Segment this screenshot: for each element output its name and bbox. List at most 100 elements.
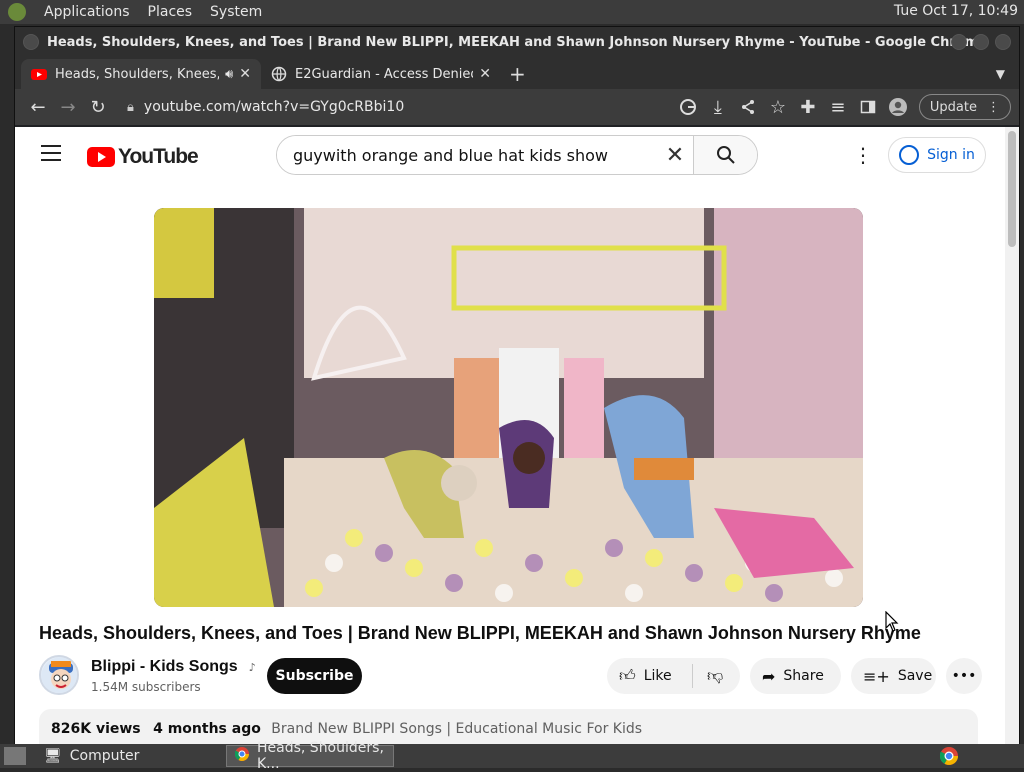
kebab-menu-icon: ⋮ [987,99,1000,115]
dislike-button[interactable]: 👎︎ [693,666,723,686]
side-panel-icon[interactable] [853,93,883,121]
clear-search-icon[interactable]: ✕ [657,143,693,168]
update-button[interactable]: Update ⋮ [918,94,1011,120]
maximize-button[interactable] [973,34,989,50]
sign-in-label: Sign in [927,147,975,163]
search-box: ✕ [276,135,758,175]
close-tab-icon[interactable]: ✕ [479,66,491,82]
upload-age: 4 months ago [153,721,261,737]
media-control-icon[interactable]: ≡ [823,93,853,121]
channel-avatar[interactable] [39,655,79,695]
reload-icon[interactable]: ↻ [83,93,113,121]
subscribe-label: Subscribe [275,668,354,684]
tab-search-chevron-icon[interactable]: ▼ [996,67,1005,81]
google-lens-icon[interactable] [673,93,703,121]
taskbar-label: Computer [69,748,140,764]
youtube-wordmark: YouTube [118,145,199,168]
close-window-button[interactable] [995,34,1011,50]
panel-menu: Applications Places System [0,3,280,21]
profile-avatar-icon[interactable] [883,93,913,121]
like-button[interactable]: 👍︎ Like [607,664,693,688]
search-icon [716,146,735,164]
taskbar-chrome[interactable]: Heads, Shoulders, K... [226,740,394,772]
channel-name[interactable]: Blippi - Kids Songs [91,658,238,675]
more-horizontal-icon: ••• [951,668,977,684]
bookmark-star-icon[interactable]: ☆ [763,93,793,121]
page-scrollbar[interactable] [1005,127,1019,745]
view-count: 826K views [51,721,141,737]
video-title: Heads, Shoulders, Knees, and Toes | Bran… [39,623,921,643]
places-menu[interactable]: Places [148,4,193,20]
video-player[interactable] [154,208,863,607]
globe-icon [271,66,287,82]
share-icon[interactable] [733,93,763,121]
subscribe-button[interactable]: Subscribe [267,658,362,694]
tab-e2guardian[interactable]: E2Guardian - Access Denied ✕ [261,59,501,89]
sign-in-button[interactable]: Sign in [888,137,986,173]
window-titlebar[interactable]: Heads, Shoulders, Knees, and Toes | Bran… [15,27,1019,57]
taskbar-label: Heads, Shoulders, K... [257,740,384,772]
audio-playing-icon[interactable]: 🔊︎ [225,67,233,82]
new-tab-button[interactable]: + [509,59,526,89]
youtube-header: YouTube ✕ ⋮ Sign in [15,127,1005,183]
channel-info: Blippi - Kids Songs ♪ 1.54M subscribers [39,655,256,695]
close-tab-icon[interactable]: ✕ [239,66,251,82]
url-text[interactable]: youtube.com/watch?v=GYg0cRBbi10 [144,99,404,115]
address-bar[interactable]: 🔒︎ youtube.com/watch?v=GYg0cRBbi10 [119,93,667,121]
youtube-play-icon [87,147,115,167]
back-arrow-icon[interactable]: ← [23,93,53,121]
settings-kebab-icon[interactable]: ⋮ [853,145,873,165]
clock[interactable]: Tue Oct 17, 10:49 [894,3,1018,19]
share-button[interactable]: ➦ Share [750,658,841,694]
top-panel: Applications Places System Tue Oct 17, 1… [0,0,1024,24]
more-actions-button[interactable]: ••• [946,658,982,694]
video-actions: 👍︎ Like 👎︎ ➦ Share ≡+ Save ••• [607,658,992,694]
share-label: Share [783,668,824,684]
youtube-page: YouTube ✕ ⋮ Sign in [15,127,1005,745]
chrome-icon [234,747,249,765]
forward-arrow-icon[interactable]: → [53,93,83,121]
tray-chrome-icon[interactable] [939,747,958,769]
bottom-panel: 🖥︎ Computer Heads, Shoulders, K... [0,740,1024,772]
tab-strip: Heads, Shoulders, Knees, a 🔊︎ ✕ E2Guardi… [15,57,1019,89]
system-menu[interactable]: System [210,4,262,20]
minimize-button[interactable] [951,34,967,50]
tab-label: E2Guardian - Access Denied [295,66,474,82]
music-note-icon: ♪ [248,661,256,674]
like-label: Like [643,668,672,684]
site-info-icon[interactable]: 🔒︎ [127,100,134,115]
browser-window: Heads, Shoulders, Knees, and Toes | Bran… [14,26,1020,745]
account-icon [899,145,920,165]
hamburger-menu-icon[interactable] [41,145,61,161]
scrollbar-thumb[interactable] [1008,131,1016,247]
youtube-logo[interactable]: YouTube [87,145,199,169]
subscriber-count: 1.54M subscribers [91,680,201,694]
gnome-logo-icon[interactable] [8,3,26,21]
tab-youtube[interactable]: Heads, Shoulders, Knees, a 🔊︎ ✕ [21,59,261,89]
youtube-favicon-icon [31,66,47,82]
update-label: Update [929,99,977,115]
video-frame [154,208,863,607]
thumbs-up-icon: 👍︎ [619,666,636,685]
window-title: Heads, Shoulders, Knees, and Toes | Bran… [46,34,988,50]
computer-icon: 🖥︎ [44,748,62,764]
window-menu-button[interactable] [23,34,39,50]
tab-label: Heads, Shoulders, Knees, a [55,66,220,82]
search-button[interactable] [693,136,757,174]
like-dislike-group: 👍︎ Like 👎︎ [607,658,740,694]
description-tags[interactable]: Brand New BLIPPI Songs | Educational Mus… [271,721,642,737]
extensions-icon[interactable]: ✚ [793,93,823,121]
search-input[interactable] [277,136,657,174]
mouse-cursor-icon [885,611,899,632]
save-label: Save [897,668,933,684]
share-arrow-icon: ➦ [762,666,776,686]
install-icon[interactable]: ⤓ [703,93,733,121]
applications-menu[interactable]: Applications [44,4,130,20]
save-button[interactable]: ≡+ Save [851,658,936,694]
playlist-add-icon: ≡+ [863,666,890,686]
thumbs-down-icon: 👎︎ [707,666,724,685]
description-box[interactable]: 826K views 4 months ago Brand New BLIPPI… [39,709,978,745]
taskbar-computer[interactable]: 🖥︎ Computer [36,745,226,767]
channel-name-row: Blippi - Kids Songs ♪ [91,656,256,676]
show-desktop-icon[interactable] [4,747,26,765]
